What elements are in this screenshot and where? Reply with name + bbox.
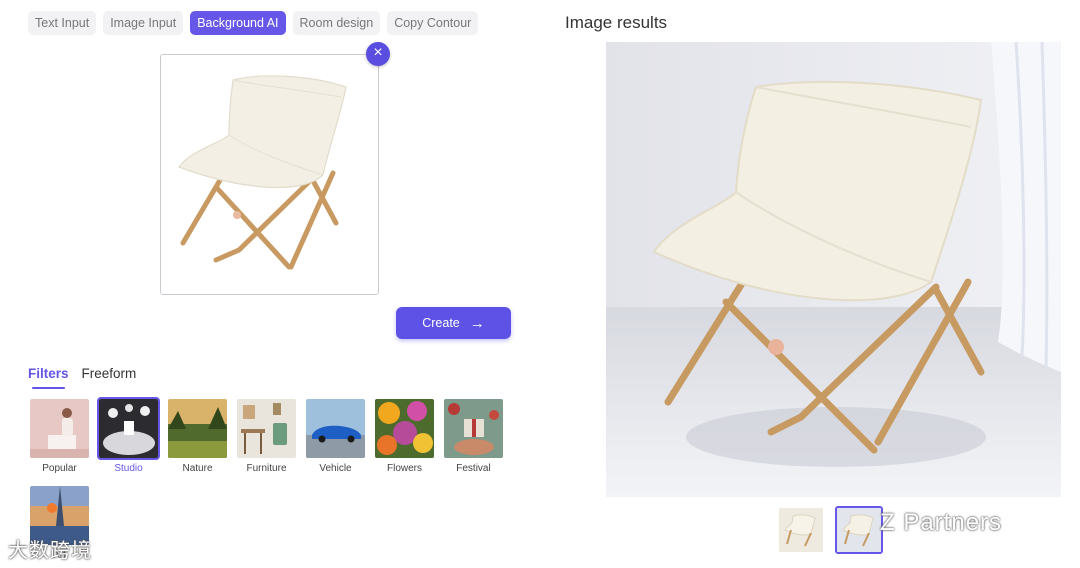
- filter-nature[interactable]: Nature: [166, 397, 229, 474]
- filter-label: Flowers: [386, 463, 422, 474]
- arrow-right-icon: →: [469, 314, 485, 332]
- filter-label: Vehicle: [319, 463, 352, 474]
- filter-label: Furniture: [246, 463, 287, 474]
- tab-image-input[interactable]: Image Input: [103, 11, 184, 35]
- tab-copy-contour[interactable]: Copy Contour: [387, 11, 479, 35]
- filter-furniture[interactable]: Furniture: [235, 397, 298, 474]
- tab-background-ai[interactable]: Background AI: [190, 11, 286, 35]
- result-thumbnails: [777, 506, 883, 554]
- remove-image-button[interactable]: ×: [366, 42, 390, 66]
- filter-studio[interactable]: Studio: [97, 397, 160, 474]
- results-title: Image results: [565, 13, 668, 32]
- filter-label: Popular: [42, 463, 77, 474]
- tab-text-input[interactable]: Text Input: [28, 11, 97, 35]
- style-mode-tabs: Filters Freeform: [28, 366, 137, 389]
- filter-furniture-thumbnail: [235, 397, 298, 460]
- watermark-right: Z Partners: [880, 509, 1003, 536]
- filter-grid: Popular Studio Nature Furniture Vehicle …: [28, 397, 508, 561]
- input-mode-tabs: Text Input Image Input Background AI Roo…: [28, 11, 479, 35]
- filter-nature-thumbnail: [166, 397, 229, 460]
- filter-studio-thumbnail: [97, 397, 160, 460]
- tab-room-design[interactable]: Room design: [292, 11, 381, 35]
- tab-freeform[interactable]: Freeform: [82, 366, 137, 387]
- filter-festival-thumbnail: [442, 397, 505, 460]
- result-thumbnail-1[interactable]: [777, 506, 825, 554]
- create-button-label: Create: [422, 316, 460, 330]
- filter-popular-thumbnail: [28, 397, 91, 460]
- filter-festival[interactable]: Festival: [442, 397, 505, 474]
- filter-label: Nature: [182, 463, 213, 474]
- uploaded-image-preview: [160, 54, 379, 295]
- studio-chair-result: [606, 42, 1061, 497]
- watermark-left: 大数跨境: [8, 540, 92, 562]
- filter-vehicle-thumbnail: [304, 397, 367, 460]
- filter-label: Festival: [456, 463, 491, 474]
- filter-flowers-thumbnail: [373, 397, 436, 460]
- filter-vehicle[interactable]: Vehicle: [304, 397, 367, 474]
- create-button[interactable]: Create →: [396, 307, 511, 339]
- filter-popular[interactable]: Popular: [28, 397, 91, 474]
- filter-label: Studio: [114, 463, 143, 474]
- filter-flowers[interactable]: Flowers: [373, 397, 436, 474]
- result-thumbnail-2[interactable]: [835, 506, 883, 554]
- result-image[interactable]: [606, 42, 1061, 497]
- tab-filters[interactable]: Filters: [28, 366, 69, 389]
- chair-product-image: [161, 55, 378, 294]
